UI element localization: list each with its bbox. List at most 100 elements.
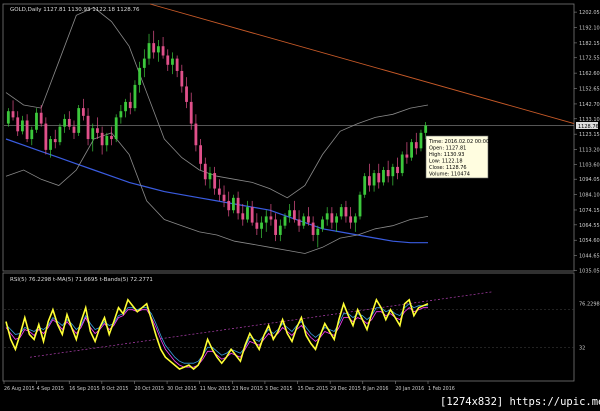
candle-body [16,117,20,132]
candle-body [180,70,184,87]
price-tick-label: 1054.60 [579,238,600,244]
x-tick-label: 8 Jan 2016 [363,386,389,392]
candle-body [297,219,301,226]
candle-body [6,111,10,124]
candle-body [199,145,202,164]
price-tick-label: 1162.60 [579,71,600,77]
x-tick-label: 23 Nov 2015 [232,386,263,392]
candle-body [367,176,371,186]
candle-body [11,111,15,118]
price-tick-label: 1044.65 [579,254,600,260]
chart-background [0,0,600,411]
candle-body [39,112,43,124]
price-tick-label: 1182.15 [579,41,600,47]
candle-body [419,132,423,149]
candle-body [81,108,85,116]
candle-body [119,111,123,118]
tooltip-line-close: Close: 1128.76 [429,165,467,171]
symbol-header: GOLD,Daily 1127.81 1130.93 1122.18 1128.… [10,7,140,13]
candle-body [358,194,362,217]
price-tick-label: 1064.55 [579,223,600,229]
x-tick-label: 15 Dec 2015 [298,386,329,392]
candle-body [278,225,282,235]
candle-body [110,135,113,140]
watermark: [1274x832] https://upic.me/ [440,396,600,408]
x-tick-label: 20 Jan 2016 [395,386,424,392]
candle-body [53,139,57,143]
price-tick-label: 1084.10 [579,193,600,199]
candle-body [161,46,165,56]
candle-body [213,173,217,189]
price-tick-label: 1123.15 [579,132,600,138]
candle-body [307,216,310,223]
candle-body [175,58,179,71]
candle-body [138,67,142,85]
candle-body [236,197,240,214]
candle-body [86,115,90,140]
candle-body [25,120,29,140]
indicator-header: RSI(5) 76.2298 t-MA(5) 71.6695 t-Bands(5… [10,277,153,283]
candle-body [382,169,385,183]
candle-body [255,222,259,229]
candle-body [166,55,170,65]
rsi-tick-label: 76.2298 [579,302,600,308]
candle-body [133,84,137,109]
candle-body [353,216,357,223]
candle-body [391,166,395,177]
tooltip-line-low: Low: 1122.18 [429,159,463,165]
rsi-tick-label: 32 [579,345,585,351]
candle-body [377,173,381,183]
x-tick-label: 26 Aug 2015 [4,386,35,392]
candle-body [246,207,249,220]
candle-body [96,128,99,133]
candle-body [203,163,207,180]
tooltip-line-time: Time: 2016.02.02 00:00 [428,139,489,145]
candle-body [21,120,24,132]
candle-body [189,101,193,124]
candle-body [288,210,292,217]
candle-body [142,58,146,68]
candle-body [372,173,376,186]
candle-body [339,207,343,217]
candle-body [264,216,268,223]
price-tick-label: 1074.15 [579,208,600,214]
candle-body [156,46,160,53]
price-tick-label: 1152.65 [579,87,600,93]
candle-body [410,142,413,158]
candle-body [414,142,418,149]
candle-body [344,207,348,217]
candle-body [217,188,221,195]
candle-body [386,169,390,177]
candle-body [227,200,231,211]
candle-body [35,112,38,130]
candle-body [72,126,76,133]
candle-body [269,216,273,220]
ohlc-tooltip: Time: 2016.02.02 00:00 Open: 1127.81 Hig… [425,135,489,179]
x-tick-label: 29 Dec 2015 [330,386,361,392]
x-tick-label: 1 Feb 2016 [428,386,455,392]
candle-body [185,86,188,102]
candle-body [44,123,48,150]
x-tick-label: 16 Sep 2015 [69,386,99,392]
price-tick-label: 1192.10 [579,26,600,32]
candle-body [316,228,320,235]
candle-body [171,58,174,65]
candle-body [147,43,151,59]
tooltip-line-high: High: 1130.93 [429,152,464,158]
candle-body [100,132,104,146]
candle-body [283,216,287,226]
price-marker: 1128.76 [578,124,599,130]
tooltip-line-open: Open: 1127.81 [429,146,466,152]
candle-body [241,213,245,220]
tooltip-line-volume: Volume: 110474 [429,172,470,178]
candle-body [250,207,254,223]
candle-body [124,101,127,112]
candle-body [105,135,109,146]
candle-body [335,216,338,223]
candle-body [292,210,296,220]
candle-body [302,216,306,226]
x-tick-label: 8 Oct 2015 [102,386,129,392]
candle-body [67,118,71,127]
candle-body [58,126,62,143]
candle-body [325,213,329,220]
